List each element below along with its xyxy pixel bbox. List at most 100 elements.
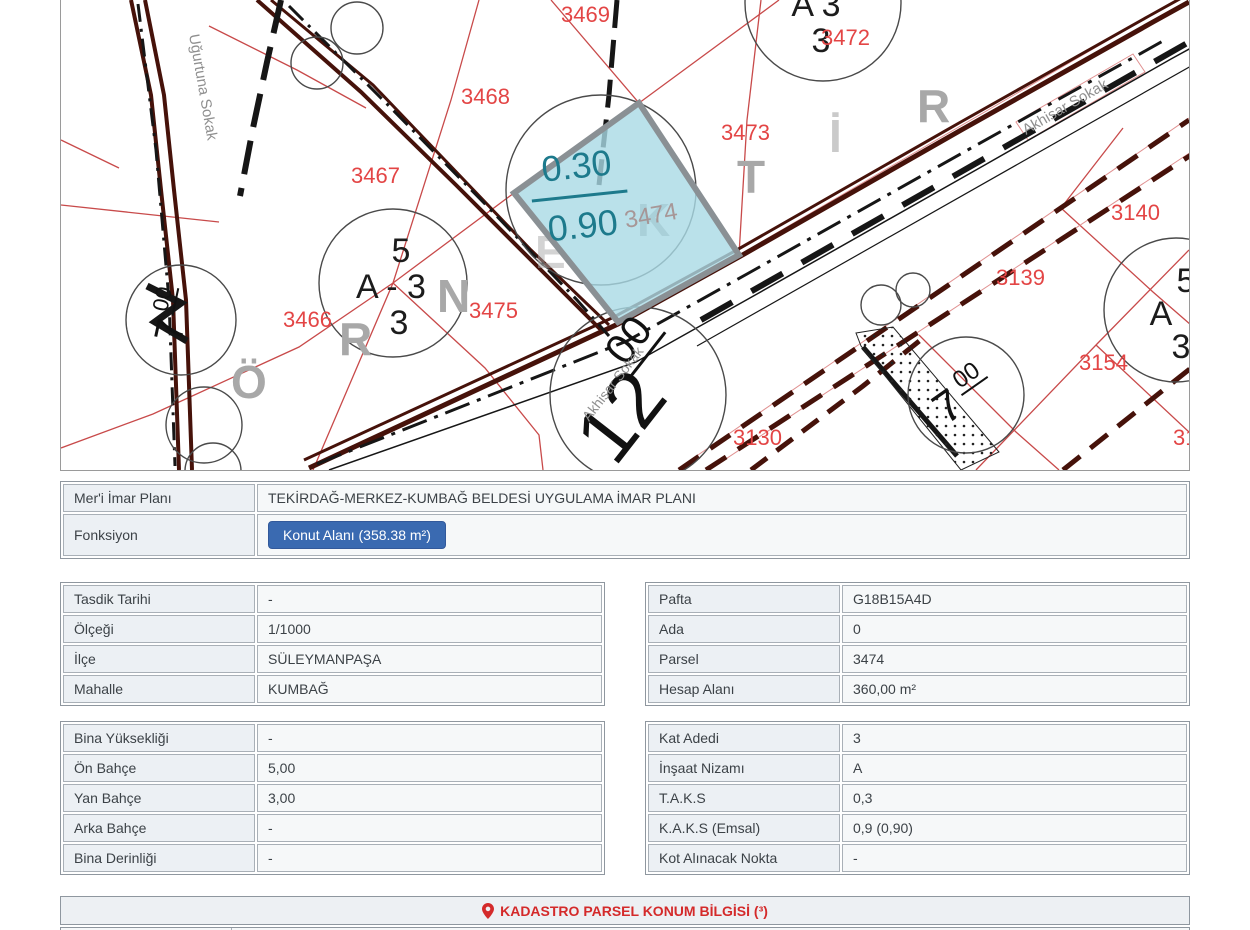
- table-row: Bina Yüksekliği -: [63, 724, 602, 752]
- row-label: İlçe: [63, 645, 255, 673]
- table-row: Pafta G18B15A4D: [648, 585, 1187, 613]
- row-value: 1/1000: [257, 615, 602, 643]
- table-row: Hesap Alanı 360,00 m²: [648, 675, 1187, 703]
- svg-text:A - 3: A - 3: [356, 268, 426, 306]
- table-row: Tasdik Tarihi -: [63, 585, 602, 613]
- svg-text:Ö: Ö: [231, 356, 267, 408]
- row-value: 3: [842, 724, 1187, 752]
- row-value: TEKİRDAĞ-MERKEZ-KUMBAĞ BELDESİ UYGULAMA …: [257, 484, 1187, 512]
- row-label: Ölçeği: [63, 615, 255, 643]
- svg-text:3473: 3473: [721, 120, 770, 145]
- row-value: 0: [842, 615, 1187, 643]
- svg-text:00: 00: [147, 284, 177, 313]
- parcel-detail-section: Tasdik Tarihi - Ölçeği 1/1000 İlçe SÜLEY…: [60, 582, 1190, 706]
- svg-text:3154: 3154: [1079, 350, 1128, 375]
- plan-info-section: Mer'i İmar Planı TEKİRDAĞ-MERKEZ-KUMBAĞ …: [60, 481, 1190, 559]
- kadastro-section-header: KADASTRO PARSEL KONUM BİLGİSİ (³): [60, 896, 1190, 925]
- row-value: -: [257, 844, 602, 872]
- svg-text:3475: 3475: [469, 298, 518, 323]
- svg-text:A 3: A 3: [791, 0, 840, 24]
- svg-text:3140: 3140: [1111, 200, 1160, 225]
- table-row: Mahalle KUMBAĞ: [63, 675, 602, 703]
- row-value: 360,00 m²: [842, 675, 1187, 703]
- svg-text:İ: İ: [829, 110, 842, 162]
- row-label: Bina Yüksekliği: [63, 724, 255, 752]
- row-value: -: [257, 814, 602, 842]
- svg-text:A: A: [1150, 295, 1173, 333]
- plan-table: Mer'i İmar Planı TEKİRDAĞ-MERKEZ-KUMBAĞ …: [60, 481, 1190, 559]
- table-row: Ön Bahçe 5,00: [63, 754, 602, 782]
- row-label: Arka Bahçe: [63, 814, 255, 842]
- row-value: 5,00: [257, 754, 602, 782]
- table-row: K.A.K.S (Emsal) 0,9 (0,90): [648, 814, 1187, 842]
- table-row: Kot Alınacak Nokta -: [648, 844, 1187, 872]
- imar-plan-page: Ö R N E K T İ R 0.30 0.90 3474 5 A - 3: [0, 0, 1250, 930]
- right-detail-table: Pafta G18B15A4D Ada 0 Parsel 3474 Hesap …: [645, 582, 1190, 706]
- table-row: Arka Bahçe -: [63, 814, 602, 842]
- row-value: 3,00: [257, 784, 602, 812]
- svg-text:N: N: [437, 270, 470, 322]
- table-row: Ada 0: [648, 615, 1187, 643]
- row-label: Fonksiyon: [63, 514, 255, 556]
- table-row: T.A.K.S 0,3: [648, 784, 1187, 812]
- svg-text:0.30: 0.30: [539, 142, 613, 190]
- road-width-12: 12 00: [542, 303, 713, 471]
- fonksiyon-konut-alani-button[interactable]: Konut Alanı (358.38 m²): [268, 521, 446, 549]
- building-rules-section: Bina Yüksekliği - Ön Bahçe 5,00 Yan Bahç…: [60, 721, 1190, 875]
- svg-text:3466: 3466: [283, 307, 332, 332]
- svg-text:3472: 3472: [821, 25, 870, 50]
- right-rules-table: Kat Adedi 3 İnşaat Nizamı A T.A.K.S 0,3 …: [645, 721, 1190, 875]
- row-value: 0,9 (0,90): [842, 814, 1187, 842]
- row-label: Pafta: [648, 585, 840, 613]
- svg-text:R: R: [339, 313, 372, 365]
- svg-text:5: 5: [1177, 262, 1190, 300]
- row-label: Ada: [648, 615, 840, 643]
- svg-text:3: 3: [390, 304, 409, 342]
- row-value: Konut Alanı (358.38 m²): [257, 514, 1187, 556]
- svg-text:3469: 3469: [561, 2, 610, 27]
- street-label-akhisar-2: Akhisar Sokak: [1020, 76, 1112, 139]
- svg-text:3139: 3139: [996, 265, 1045, 290]
- row-value: -: [257, 585, 602, 613]
- zoning-map[interactable]: Ö R N E K T İ R 0.30 0.90 3474 5 A - 3: [60, 0, 1190, 471]
- table-row: Fonksiyon Konut Alanı (358.38 m²): [63, 514, 1187, 556]
- row-label: K.A.K.S (Emsal): [648, 814, 840, 842]
- svg-text:3: 3: [1172, 328, 1190, 366]
- table-row: Mer'i İmar Planı TEKİRDAĞ-MERKEZ-KUMBAĞ …: [63, 484, 1187, 512]
- row-label: Yan Bahçe: [63, 784, 255, 812]
- svg-text:T: T: [737, 151, 765, 203]
- kadastro-section-title: KADASTRO PARSEL KONUM BİLGİSİ (³): [500, 903, 768, 919]
- row-value: G18B15A4D: [842, 585, 1187, 613]
- street-label-ugurtuna: Uğurtuna Sokak: [185, 33, 221, 142]
- row-label: Kat Adedi: [648, 724, 840, 752]
- svg-text:3130: 3130: [733, 425, 782, 450]
- row-label: Mahalle: [63, 675, 255, 703]
- row-label: Kot Alınacak Nokta: [648, 844, 840, 872]
- svg-text:R: R: [917, 80, 950, 132]
- table-row: Yan Bahçe 3,00: [63, 784, 602, 812]
- row-label: Tasdik Tarihi: [63, 585, 255, 613]
- svg-text:5: 5: [392, 232, 411, 270]
- row-value: KUMBAĞ: [257, 675, 602, 703]
- row-label: T.A.K.S: [648, 784, 840, 812]
- row-label: Parsel: [648, 645, 840, 673]
- left-detail-table: Tasdik Tarihi - Ölçeği 1/1000 İlçe SÜLEY…: [60, 582, 605, 706]
- row-label: Hesap Alanı: [648, 675, 840, 703]
- svg-text:0.90: 0.90: [546, 201, 620, 249]
- row-value: 3474: [842, 645, 1187, 673]
- svg-text:00: 00: [948, 357, 985, 394]
- row-label: Ön Bahçe: [63, 754, 255, 782]
- left-rules-table: Bina Yüksekliği - Ön Bahçe 5,00 Yan Bahç…: [60, 721, 605, 875]
- svg-text:3467: 3467: [351, 163, 400, 188]
- table-row: Bina Derinliği -: [63, 844, 602, 872]
- row-label: Mer'i İmar Planı: [63, 484, 255, 512]
- row-value: 0,3: [842, 784, 1187, 812]
- row-value: A: [842, 754, 1187, 782]
- row-label: Bina Derinliği: [63, 844, 255, 872]
- row-value: -: [257, 724, 602, 752]
- table-row: Parsel 3474: [648, 645, 1187, 673]
- location-pin-icon: [482, 903, 494, 919]
- row-label: İnşaat Nizamı: [648, 754, 840, 782]
- table-row: Ölçeği 1/1000: [63, 615, 602, 643]
- row-value: SÜLEYMANPAŞA: [257, 645, 602, 673]
